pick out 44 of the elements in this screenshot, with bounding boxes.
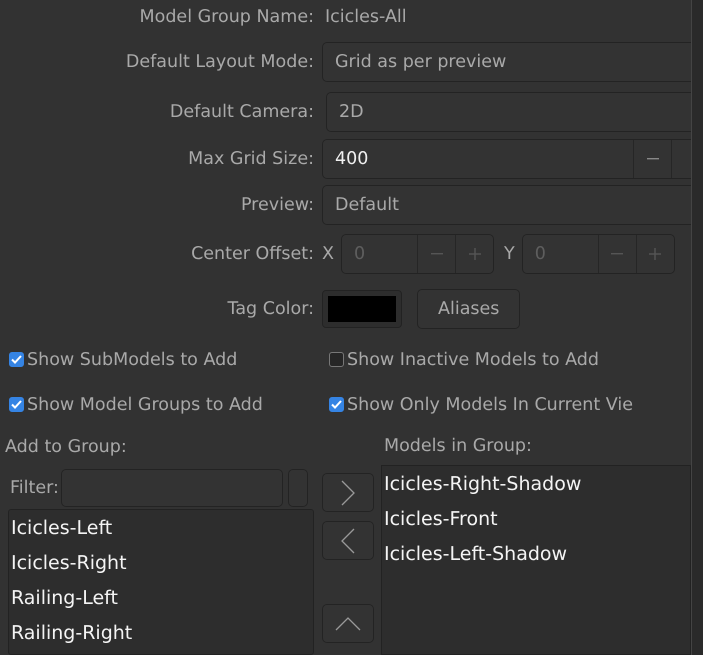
checkbox-option[interactable]: Show Only Models In Current Vie — [329, 382, 691, 427]
field-label: Center Offset: — [190, 244, 314, 264]
check-icon — [11, 355, 22, 364]
field-label: Model Group Name: — [138, 7, 314, 27]
list-item[interactable]: Icicles-Right-Shadow — [382, 466, 690, 501]
plus-icon — [649, 248, 662, 260]
checkbox-option[interactable]: Show Model Groups to Add — [9, 382, 329, 427]
minus-icon — [611, 253, 624, 255]
group-name-value: Icicles-All — [324, 7, 408, 27]
list-item[interactable]: Icicles-Front — [382, 501, 690, 536]
list-item[interactable]: Icicles-Left — [9, 510, 313, 545]
move-up-button[interactable] — [322, 604, 374, 643]
chevron-right-icon — [340, 480, 354, 506]
checkbox-option[interactable]: Show Inactive Models to Add — [329, 337, 691, 382]
filter-label: Filter: — [10, 478, 59, 498]
add-button[interactable] — [322, 473, 374, 512]
axis-label: Y — [504, 244, 515, 264]
axis-label: X — [322, 244, 334, 264]
field-label: Default Camera: — [168, 102, 314, 122]
checkbox-option[interactable]: Show SubModels to Add — [9, 337, 329, 382]
check-icon — [11, 400, 22, 409]
minus-icon — [646, 158, 658, 160]
panel-title: Models in Group: — [383, 435, 533, 458]
minus-icon — [430, 253, 442, 255]
field-label: Max Grid Size: — [187, 148, 314, 168]
list-item[interactable]: Railing-Left — [9, 580, 313, 615]
plus-icon — [468, 248, 480, 260]
color-swatch[interactable] — [322, 290, 402, 328]
dropdown[interactable]: Grid as per preview — [322, 42, 691, 82]
number-field[interactable]: 400 — [322, 138, 691, 178]
dropdown[interactable]: 2D — [326, 92, 691, 132]
check-icon — [331, 400, 342, 409]
list-item[interactable]: Railing-Right — [9, 615, 313, 650]
list-item[interactable]: Icicles-Left-Shadow — [382, 536, 690, 571]
field-label: Tag Color: — [226, 298, 314, 318]
chevron-up-icon — [334, 616, 360, 630]
field-label: Preview: — [240, 195, 314, 215]
chevron-left-icon — [340, 528, 354, 554]
aliases-button[interactable]: Aliases — [417, 288, 520, 328]
list-item[interactable]: Icicles-Right — [9, 545, 313, 580]
remove-button[interactable] — [322, 521, 374, 560]
panel-title: Add to Group: — [4, 436, 128, 459]
dropdown[interactable]: Default — [322, 185, 691, 225]
field-label: Default Layout Mode: — [124, 52, 314, 72]
